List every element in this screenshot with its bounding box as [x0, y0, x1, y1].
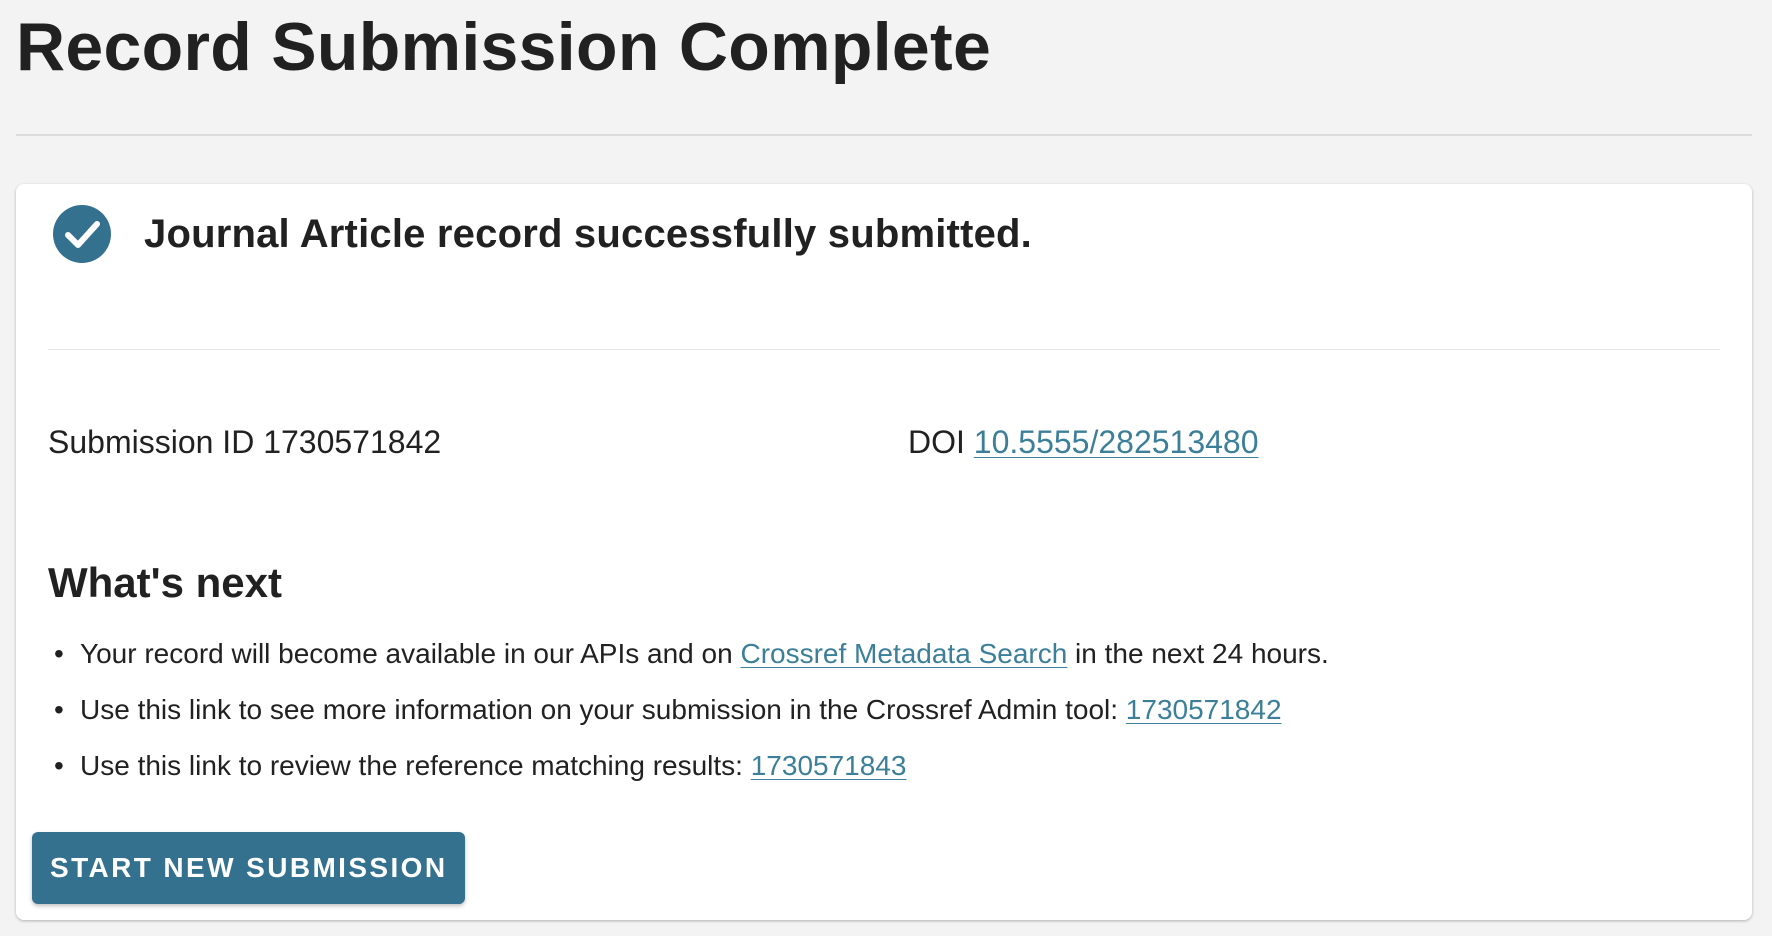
list-item-text: Use this link to review the reference ma… — [80, 750, 751, 781]
submission-id-value: 1730571842 — [263, 424, 442, 460]
check-circle-icon — [53, 205, 111, 263]
page-title: Record Submission Complete — [16, 9, 992, 85]
list-item-text: Your record will become available in our… — [80, 638, 741, 669]
bullet-icon: • — [54, 638, 64, 669]
start-new-submission-button[interactable]: START NEW SUBMISSION — [32, 832, 466, 904]
doi-link[interactable]: 10.5555/282513480 — [974, 424, 1259, 460]
bullet-icon: • — [54, 694, 64, 725]
admin-tool-link[interactable]: 1730571842 — [1126, 694, 1282, 725]
doi-label: DOI — [908, 424, 965, 460]
list-item: • Your record will become available in ou… — [48, 634, 1329, 690]
title-divider — [16, 134, 1752, 136]
submission-id: Submission ID 1730571842 — [48, 424, 441, 461]
submission-id-label: Submission ID — [48, 424, 255, 460]
card-divider — [48, 349, 1720, 350]
list-item-text: in the next 24 hours. — [1067, 638, 1329, 669]
whats-next-heading: What's next — [48, 559, 283, 606]
metadata-search-link[interactable]: Crossref Metadata Search — [740, 638, 1067, 669]
page: Record Submission Complete Journal Artic… — [0, 0, 1772, 936]
whats-next-list: • Your record will become available in ou… — [48, 634, 1329, 802]
list-item-text: Use this link to see more information on… — [80, 694, 1126, 725]
success-banner: Journal Article record successfully subm… — [52, 204, 1032, 264]
success-message: Journal Article record successfully subm… — [144, 211, 1032, 256]
reference-matching-link[interactable]: 1730571843 — [751, 750, 907, 781]
submission-card: Journal Article record successfully subm… — [16, 184, 1752, 920]
doi: DOI 10.5555/282513480 — [908, 424, 1259, 461]
list-item: • Use this link to review the reference m… — [48, 746, 1329, 802]
bullet-icon: • — [54, 750, 64, 781]
list-item: • Use this link to see more information o… — [48, 690, 1329, 746]
